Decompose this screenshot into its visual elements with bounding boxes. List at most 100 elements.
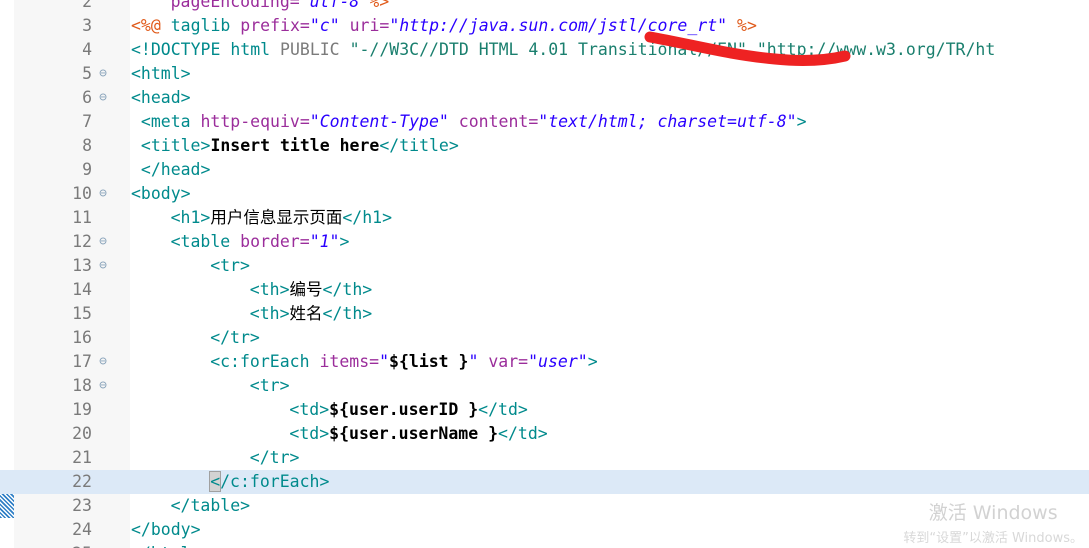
code-line[interactable]: 3 <%@ taglib prefix="c" uri="http://java.…	[0, 14, 1089, 38]
code-token: <th>	[249, 304, 290, 323]
windows-activation-watermark: 激活 Windows 转到“设置”以激活 Windows。	[903, 500, 1083, 548]
line-number: 22	[72, 472, 92, 491]
code-text[interactable]: </head>	[141, 158, 211, 182]
line-number: 20	[72, 424, 92, 443]
code-token: "1"	[309, 232, 340, 251]
code-text[interactable]: <td>${user.userName }</td>	[289, 422, 547, 446]
code-token: <tr>	[210, 256, 250, 275]
code-line[interactable]: 20 <td>${user.userName }</td>	[0, 422, 1089, 446]
code-token: </th>	[322, 304, 373, 323]
code-token: "	[468, 352, 479, 371]
code-fold-toggle-icon[interactable]: ⊖	[96, 374, 110, 398]
code-text[interactable]: <tr>	[210, 254, 250, 278]
code-line[interactable]: 4 <!DOCTYPE html PUBLIC "-//W3C//DTD HTML…	[0, 38, 1089, 62]
code-line[interactable]: 6 ⊖ <head>	[0, 86, 1089, 110]
code-token: border=	[240, 232, 310, 251]
watermark-subtitle: 转到“设置”以激活 Windows。	[903, 531, 1083, 546]
code-text[interactable]: <!DOCTYPE html PUBLIC "-//W3C//DTD HTML …	[131, 38, 995, 62]
code-line[interactable]: 9 </head>	[0, 158, 1089, 182]
code-text[interactable]: <td>${user.userID }</td>	[289, 398, 527, 422]
code-text[interactable]: <html>	[131, 62, 191, 86]
line-number: 7	[82, 112, 92, 131]
code-token: </table>	[170, 496, 251, 515]
code-lines-container[interactable]: 2 pageEncoding="utf-8"%> 3 <%@ taglib prefi…	[0, 0, 1089, 548]
line-number: 14	[72, 280, 92, 299]
code-line[interactable]: 17 ⊖ <c:forEach items="${list }" var="user…	[0, 350, 1089, 374]
code-text[interactable]: <head>	[131, 86, 191, 110]
line-number: 2	[82, 0, 92, 11]
code-text[interactable]: <body>	[131, 182, 191, 206]
code-token: <td>	[289, 400, 330, 419]
code-token: >	[339, 232, 350, 251]
code-text[interactable]: <tr>	[250, 374, 290, 398]
code-token: "c"	[309, 16, 340, 35]
code-token: 姓名	[289, 304, 323, 323]
code-text[interactable]: </tr>	[250, 446, 300, 470]
code-line[interactable]: 12 ⊖ <table border="1">	[0, 230, 1089, 254]
code-line[interactable]: 19 <td>${user.userID }</td>	[0, 398, 1089, 422]
code-text[interactable]: <table border="1">	[171, 230, 350, 254]
code-line[interactable]: 18 ⊖ <tr>	[0, 374, 1089, 398]
code-token: </body>	[131, 520, 201, 539]
code-fold-toggle-icon[interactable]: ⊖	[96, 254, 110, 278]
code-line[interactable]: 8 <title>Insert title here</title>	[0, 134, 1089, 158]
code-token: taglib	[170, 16, 241, 35]
code-token: Insert title here	[210, 136, 380, 155]
code-line[interactable]: 22 </c:forEach>	[0, 470, 1089, 494]
code-token: 用户信息显示页面	[210, 208, 343, 227]
code-line[interactable]: 7 <meta http-equiv="Content-Type" content…	[0, 110, 1089, 134]
code-fold-toggle-icon[interactable]: ⊖	[96, 230, 110, 254]
code-fold-toggle-icon[interactable]: ⊖	[96, 350, 110, 374]
code-line[interactable]: 16 </tr>	[0, 326, 1089, 350]
line-number: 12	[72, 232, 92, 251]
code-line[interactable]: 21 </tr>	[0, 446, 1089, 470]
code-token: <meta	[140, 112, 201, 131]
code-text[interactable]: </tr>	[210, 326, 260, 350]
code-text[interactable]: <%@ taglib prefix="c" uri="http://java.s…	[131, 14, 757, 38]
code-text[interactable]: </body>	[131, 518, 201, 542]
line-number: 4	[82, 40, 92, 59]
line-number: 17	[72, 352, 92, 371]
code-token: <td>	[289, 424, 330, 443]
code-token: <body>	[131, 184, 191, 203]
code-token: </tr>	[249, 448, 300, 467]
code-line[interactable]: 15 <th>姓名</th>	[0, 302, 1089, 326]
code-fold-toggle-icon[interactable]: ⊖	[96, 86, 110, 110]
code-fold-toggle-icon[interactable]: ⊖	[96, 542, 110, 548]
code-text[interactable]: <title>Insert title here</title>	[141, 134, 459, 158]
code-text[interactable]: <h1>用户信息显示页面</h1>	[171, 206, 392, 230]
code-line[interactable]: 11 <h1>用户信息显示页面</h1>	[0, 206, 1089, 230]
code-text[interactable]: pageEncoding="utf-8"%>	[171, 0, 390, 14]
code-text[interactable]: <th>姓名</th>	[250, 302, 372, 326]
code-token: <h1>	[170, 208, 211, 227]
code-token: </td>	[478, 400, 528, 419]
code-token: ${user.userName }	[329, 424, 499, 443]
code-line[interactable]: 13 ⊖ <tr>	[0, 254, 1089, 278]
code-token: uri=	[349, 16, 390, 35]
code-line[interactable]: 14 <th>编号</th>	[0, 278, 1089, 302]
code-line[interactable]: 2 pageEncoding="utf-8"%>	[0, 0, 1089, 14]
line-number: 6	[82, 88, 92, 107]
line-number: 21	[72, 448, 92, 467]
line-number: 24	[72, 520, 92, 539]
code-fold-toggle-icon[interactable]: ⊖	[96, 182, 110, 206]
code-text[interactable]: <meta http-equiv="Content-Type" content=…	[141, 110, 807, 134]
code-token: <%@	[131, 16, 171, 35]
code-token: </h1>	[342, 208, 393, 227]
code-text[interactable]: </html>	[131, 542, 201, 548]
line-number: 19	[72, 400, 92, 419]
code-editor[interactable]: 2 pageEncoding="utf-8"%> 3 <%@ taglib prefi…	[0, 0, 1089, 548]
code-text[interactable]: </table>	[171, 494, 250, 518]
code-line[interactable]: 5 ⊖ <html>	[0, 62, 1089, 86]
code-token: >	[796, 112, 807, 131]
code-text[interactable]: <th>编号</th>	[250, 278, 372, 302]
code-token: </th>	[322, 280, 373, 299]
code-text[interactable]: <c:forEach items="${list }" var="user">	[210, 350, 597, 374]
code-token: content=	[458, 112, 539, 131]
code-line[interactable]: 10 ⊖ <body>	[0, 182, 1089, 206]
code-token: </td>	[498, 424, 548, 443]
code-text[interactable]: </c:forEach>	[209, 470, 329, 494]
code-fold-toggle-icon[interactable]: ⊖	[96, 62, 110, 86]
code-token: "Content-Type"	[309, 112, 449, 131]
